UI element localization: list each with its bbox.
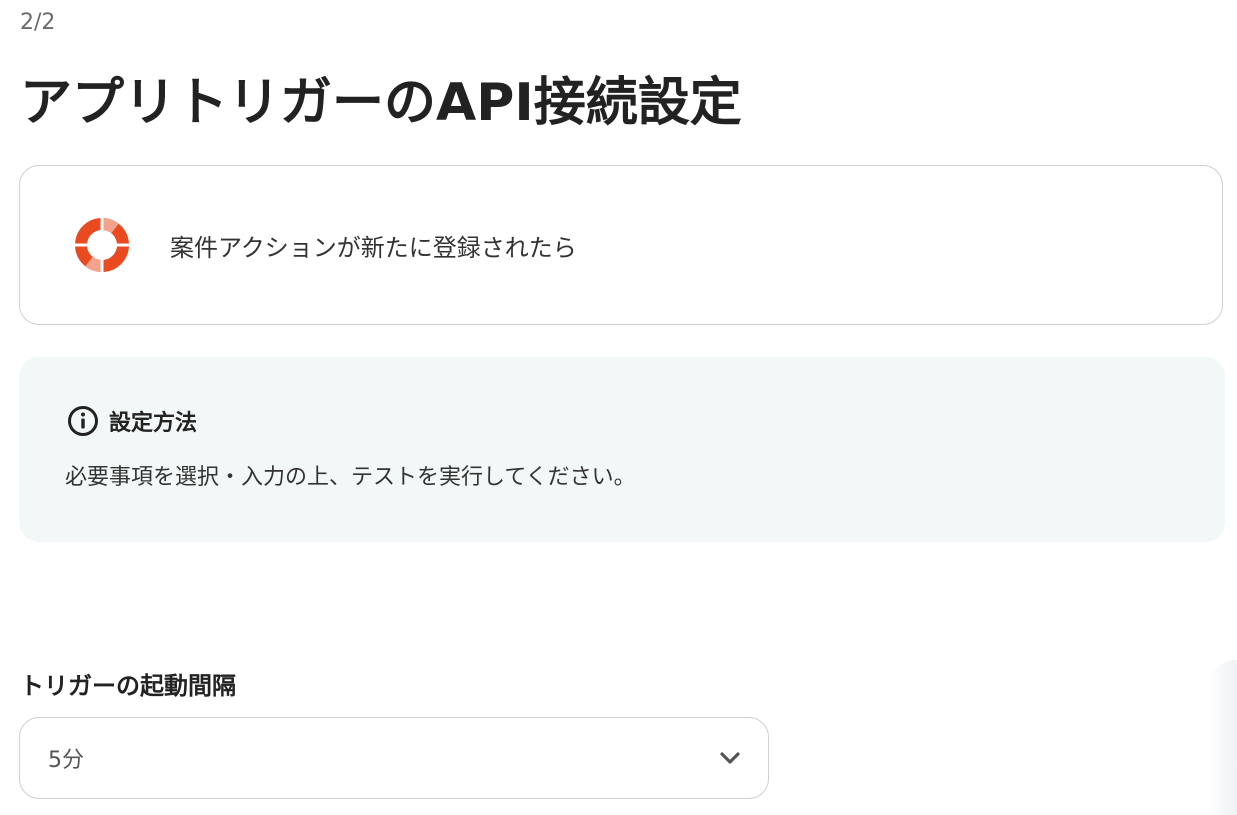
page: 2/2 アプリトリガーのAPI接続設定 案件アクションが新たに登録されたら 設定… xyxy=(0,0,1237,815)
trigger-card: 案件アクションが新たに登録されたら xyxy=(19,165,1223,325)
info-circle-icon xyxy=(68,406,98,436)
info-title: 設定方法 xyxy=(109,411,198,436)
chevron-down-icon xyxy=(720,752,740,764)
info-text: 必要事項を選択・入力の上、テストを実行してください。 xyxy=(65,465,636,490)
lifebuoy-logo-icon xyxy=(74,217,130,273)
edge-shadow xyxy=(1207,660,1237,815)
info-heading: 設定方法 xyxy=(67,405,197,437)
interval-field-label: トリガーの起動間隔 xyxy=(20,672,236,700)
step-indicator: 2/2 xyxy=(20,10,56,35)
page-title: アプリトリガーのAPI接続設定 xyxy=(20,73,742,133)
info-box: 設定方法 必要事項を選択・入力の上、テストを実行してください。 xyxy=(19,357,1225,542)
interval-select-value: 5分 xyxy=(48,748,84,773)
interval-select[interactable]: 5分 xyxy=(19,717,769,799)
trigger-label: 案件アクションが新たに登録されたら xyxy=(170,233,577,262)
